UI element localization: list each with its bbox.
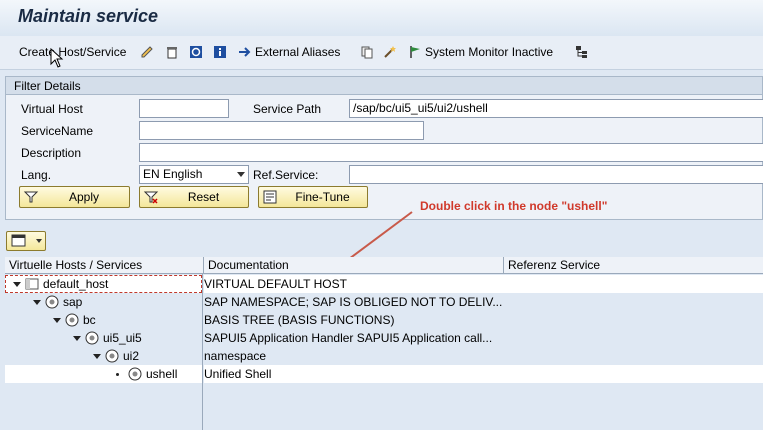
layout-button[interactable] [6,231,46,251]
tree-row[interactable]: ui5_ui5 SAPUI5 Application Handler SAPUI… [5,329,763,347]
system-monitor-label: System Monitor Inactive [425,45,554,59]
hierarchy-icon[interactable] [575,42,589,62]
language-select[interactable]: EN English [139,165,249,184]
reset-label: Reset [187,190,220,204]
description-label: Description [21,146,82,160]
expand-icon[interactable] [33,299,41,305]
apply-button[interactable]: Apply [19,186,130,208]
node-label: ui5_ui5 [103,331,142,345]
node-doc: Unified Shell [204,365,504,383]
ref-service-label: Ref.Service: [253,168,319,182]
node-doc: BASIS TREE (BASIS FUNCTIONS) [204,313,395,327]
external-aliases-label: External Aliases [255,45,341,59]
system-monitor-button[interactable]: System Monitor Inactive [408,42,553,62]
tree-row[interactable]: ui2 namespace [5,347,763,365]
fine-tune-button[interactable]: Fine-Tune [258,186,368,208]
ref-service-input[interactable] [349,165,763,184]
column-header-documentation[interactable]: Documentation [204,257,504,274]
service-path-input[interactable]: /sap/bc/ui5_ui5/ui2/ushell [349,99,763,118]
apply-label: Apply [68,190,100,204]
info-icon[interactable] [213,42,227,62]
node-doc: VIRTUAL DEFAULT HOST [204,275,504,293]
service-node-icon [45,295,59,309]
expand-icon[interactable] [13,281,21,287]
page-title: Maintain service [18,6,159,26]
column-header-referenz[interactable]: Referenz Service [504,257,763,274]
annotation-text: Double click in the node "ushell" [420,199,608,213]
filter-details-group: Filter Details Virtual Host Service Path… [5,76,763,220]
layout-icon [11,234,26,247]
node-doc: namespace [204,349,267,363]
node-doc: SAPUI5 Application Handler SAPUI5 Applic… [204,331,493,345]
external-aliases-button[interactable]: External Aliases [238,42,340,62]
application-toolbar: Create Host/Service External Aliases Sys… [0,36,763,70]
copy-icon[interactable] [360,42,374,62]
service-node-icon [85,331,99,345]
create-host-service-label: Create Host/Service [19,45,127,59]
tree-header: Virtuelle Hosts / Services Documentation… [5,257,763,274]
service-node-icon [105,349,119,363]
refresh-icon[interactable] [189,42,203,62]
filter-reset-icon [143,191,159,204]
filter-details-title: Filter Details [6,77,762,95]
service-node-icon [65,313,79,327]
node-label: sap [63,295,83,309]
node-label: ui2 [123,349,140,363]
expand-icon[interactable] [53,317,61,323]
node-label: bc [83,313,96,327]
fine-tune-icon [263,190,277,204]
description-input[interactable] [139,143,763,162]
flag-icon [410,46,420,58]
title-bar: Maintain service [0,0,763,36]
tree-row[interactable]: sap SAP NAMESPACE; SAP IS OBLIGED NOT TO… [5,293,763,311]
wizard-icon[interactable] [383,42,397,62]
chevron-down-icon [36,239,42,243]
edit-icon[interactable] [140,42,154,62]
leaf-bullet-icon [116,372,119,376]
service-name-input[interactable] [139,121,424,140]
mouse-cursor-icon [50,48,64,68]
column-header-hosts[interactable]: Virtuelle Hosts / Services [5,257,204,274]
service-name-label: ServiceName [21,124,94,138]
node-label: ushell [146,367,178,381]
expand-icon[interactable] [93,353,101,359]
chevron-down-icon [237,172,245,177]
node-label: default_host [43,277,109,291]
tree-row[interactable]: default_host VIRTUAL DEFAULT HOST [5,275,763,293]
service-tree: Virtuelle Hosts / Services Documentation… [5,257,763,430]
virtual-host-label: Virtual Host [21,102,83,116]
create-host-service-button[interactable]: Create Host/Service [19,42,126,62]
node-doc: SAP NAMESPACE; SAP IS OBLIGED NOT TO DEL… [204,295,503,309]
virtual-host-input[interactable] [139,99,229,118]
folder-icon [25,278,39,290]
tree-row[interactable]: bc BASIS TREE (BASIS FUNCTIONS) [5,311,763,329]
service-path-label: Service Path [253,102,322,116]
reset-button[interactable]: Reset [139,186,249,208]
language-value: EN English [143,167,203,181]
tree-row-ushell[interactable]: ushell Unified Shell [5,365,763,383]
service-node-icon [128,367,142,381]
filter-icon [23,191,39,203]
expand-icon[interactable] [73,335,81,341]
fine-tune-label: Fine-Tune [295,190,350,204]
arrow-right-icon [239,47,251,57]
language-label: Lang. [21,168,52,182]
delete-icon[interactable] [165,42,179,62]
